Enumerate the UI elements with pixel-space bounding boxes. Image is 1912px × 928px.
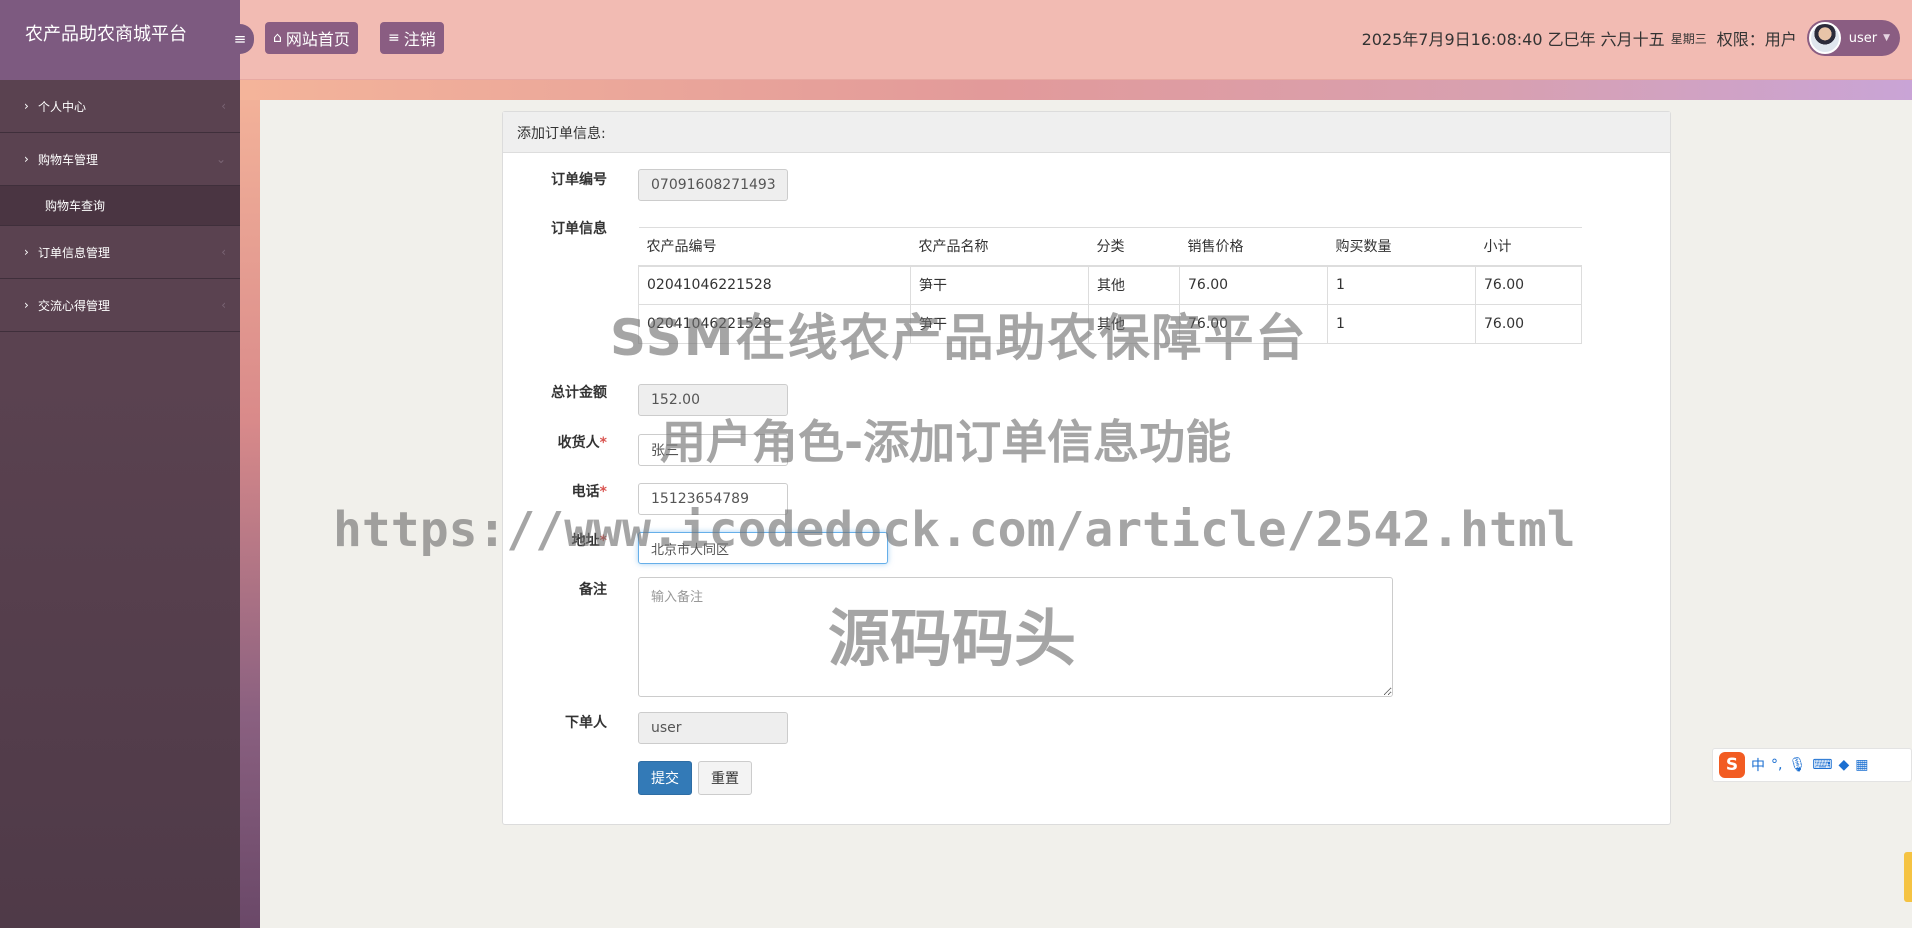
microphone-icon[interactable]: 🎙 xyxy=(1788,757,1806,773)
cell-subtotal: 76.00 xyxy=(1475,265,1582,305)
table-row: 02041046221528 笋干 其他 76.00 1 76.00 xyxy=(638,265,1582,305)
sidebar-toggle-button[interactable]: ≡ xyxy=(226,24,254,54)
sidebar-item-order-management[interactable]: › 订单信息管理 ‹ xyxy=(0,226,240,279)
ime-mode-toggle[interactable]: 中 xyxy=(1751,755,1765,775)
bars-icon: ≡ xyxy=(233,30,247,48)
receiver-label-text: 收货人 xyxy=(557,435,600,451)
address-field[interactable] xyxy=(638,532,888,564)
col-price: 销售价格 xyxy=(1179,227,1328,267)
required-mark: * xyxy=(599,435,607,451)
sidebar-item-exchange-management[interactable]: › 交流心得管理 ‹ xyxy=(0,279,240,332)
ime-punct-toggle[interactable]: °, xyxy=(1771,757,1782,773)
skin-icon[interactable]: ◆ xyxy=(1838,757,1849,773)
receiver-label: 收货人* xyxy=(503,432,607,452)
cell-product-name: 笋干 xyxy=(910,304,1089,344)
sidebar-item-personal-center[interactable]: › 个人中心 ‹ xyxy=(0,80,240,133)
sidebar-subitem-label: 购物车查询 xyxy=(45,199,106,213)
col-product-no: 农产品编号 xyxy=(638,227,911,267)
col-category: 分类 xyxy=(1088,227,1180,267)
home-icon: ⌂ xyxy=(273,30,282,46)
sidebar: 农产品助农商城平台 › 个人中心 ‹ › 购物车管理 ⌄ 购物车查询 › 订单信… xyxy=(0,0,240,928)
logout-button-label: 注销 xyxy=(403,30,436,49)
order-no-label: 订单编号 xyxy=(551,172,607,188)
cell-product-no: 02041046221528 xyxy=(638,304,911,344)
remark-label: 备注 xyxy=(579,582,607,598)
caret-down-icon: ▼ xyxy=(1883,33,1890,43)
cell-product-no: 02041046221528 xyxy=(638,265,911,305)
reset-button-label: 重置 xyxy=(711,771,739,787)
sidebar-item-label: 购物车管理 xyxy=(38,152,99,167)
edge-widget-tab[interactable] xyxy=(1904,852,1912,902)
address-label: 地址* xyxy=(503,530,607,550)
datetime-text: 2025年7月9日16:08:40 乙巳年 六月十五 xyxy=(1361,30,1665,49)
col-quantity: 购买数量 xyxy=(1327,227,1476,267)
col-product-name: 农产品名称 xyxy=(910,227,1089,267)
cell-product-name: 笋干 xyxy=(910,265,1089,305)
cell-category: 其他 xyxy=(1088,265,1180,305)
topbar-decor-strip xyxy=(240,80,1912,100)
cell-subtotal: 76.00 xyxy=(1475,304,1582,344)
chevron-right-icon: › xyxy=(24,298,29,312)
order-no-field[interactable] xyxy=(638,169,788,201)
submit-button[interactable]: 提交 xyxy=(638,761,692,795)
chevron-right-icon: › xyxy=(24,99,29,113)
sidebar-item-label: 交流心得管理 xyxy=(38,298,111,313)
grid-icon[interactable]: ▦ xyxy=(1855,757,1868,773)
phone-label-text: 电话 xyxy=(571,484,600,500)
sidebar-decor-strip xyxy=(240,80,260,928)
cell-price: 76.00 xyxy=(1179,265,1328,305)
brand-title: 农产品助农商城平台 xyxy=(0,0,240,80)
receiver-field[interactable] xyxy=(638,434,788,466)
required-mark: * xyxy=(599,484,607,500)
submit-button-label: 提交 xyxy=(651,771,679,787)
home-button-label: 网站首页 xyxy=(285,30,350,49)
order-items-table: 农产品编号 农产品名称 分类 销售价格 购买数量 小计 020410462215… xyxy=(638,227,1582,344)
keyboard-icon[interactable]: ⌨ xyxy=(1812,757,1832,773)
orderer-label: 下单人 xyxy=(565,715,607,731)
sidebar-item-label: 个人中心 xyxy=(38,99,87,114)
cell-category: 其他 xyxy=(1088,304,1180,344)
chevron-left-icon: ‹ xyxy=(221,99,226,113)
table-row: 02041046221528 笋干 其他 76.00 1 76.00 xyxy=(638,304,1582,344)
home-button[interactable]: ⌂ 网站首页 xyxy=(265,22,358,54)
phone-label: 电话* xyxy=(503,481,607,501)
chevron-down-icon: ⌄ xyxy=(215,152,226,166)
ime-toolbar[interactable]: S 中 °, 🎙 ⌨ ◆ ▦ xyxy=(1712,748,1912,782)
orderer-field[interactable] xyxy=(638,712,788,744)
order-info-label: 订单信息 xyxy=(551,221,607,237)
sogou-logo-icon[interactable]: S xyxy=(1719,752,1745,778)
weekday-text: 星期三 xyxy=(1670,31,1707,46)
reset-button[interactable]: 重置 xyxy=(698,761,752,795)
chevron-left-icon: ‹ xyxy=(221,245,226,259)
address-label-text: 地址 xyxy=(571,533,600,549)
chevron-left-icon: ‹ xyxy=(221,298,226,312)
add-order-panel: 添加订单信息: 订单编号 订单信息 农产品编号 农产品名称 分类 销售价格 购买… xyxy=(502,111,1671,825)
col-subtotal: 小计 xyxy=(1475,227,1582,267)
chevron-right-icon: › xyxy=(24,245,29,259)
bars-icon: ≡ xyxy=(388,30,400,46)
role-text: 权限：用户 xyxy=(1716,30,1797,49)
panel-title: 添加订单信息: xyxy=(503,112,1670,153)
table-header-row: 农产品编号 农产品名称 分类 销售价格 购买数量 小计 xyxy=(638,227,1582,267)
cell-quantity: 1 xyxy=(1327,304,1476,344)
user-menu[interactable]: user ▼ xyxy=(1806,20,1900,56)
required-mark: * xyxy=(599,533,607,549)
remark-field[interactable] xyxy=(638,577,1393,697)
username: user xyxy=(1848,30,1878,46)
total-amount-field[interactable] xyxy=(638,384,788,416)
chevron-right-icon: › xyxy=(24,152,29,166)
sidebar-subitem-cart-query[interactable]: 购物车查询 xyxy=(0,186,240,226)
logout-button[interactable]: ≡ 注销 xyxy=(380,22,444,54)
phone-field[interactable] xyxy=(638,483,788,515)
cell-quantity: 1 xyxy=(1327,265,1476,305)
avatar xyxy=(1808,22,1841,54)
total-label: 总计金额 xyxy=(551,385,607,401)
main-content: 添加订单信息: 订单编号 订单信息 农产品编号 农产品名称 分类 销售价格 购买… xyxy=(260,100,1912,928)
cell-price: 76.00 xyxy=(1179,304,1328,344)
top-right-info: 2025年7月9日16:08:40 乙巳年 六月十五 星期三 权限：用户 use… xyxy=(1362,20,1900,56)
sidebar-item-label: 订单信息管理 xyxy=(38,245,111,260)
sidebar-item-cart-management[interactable]: › 购物车管理 ⌄ xyxy=(0,133,240,186)
